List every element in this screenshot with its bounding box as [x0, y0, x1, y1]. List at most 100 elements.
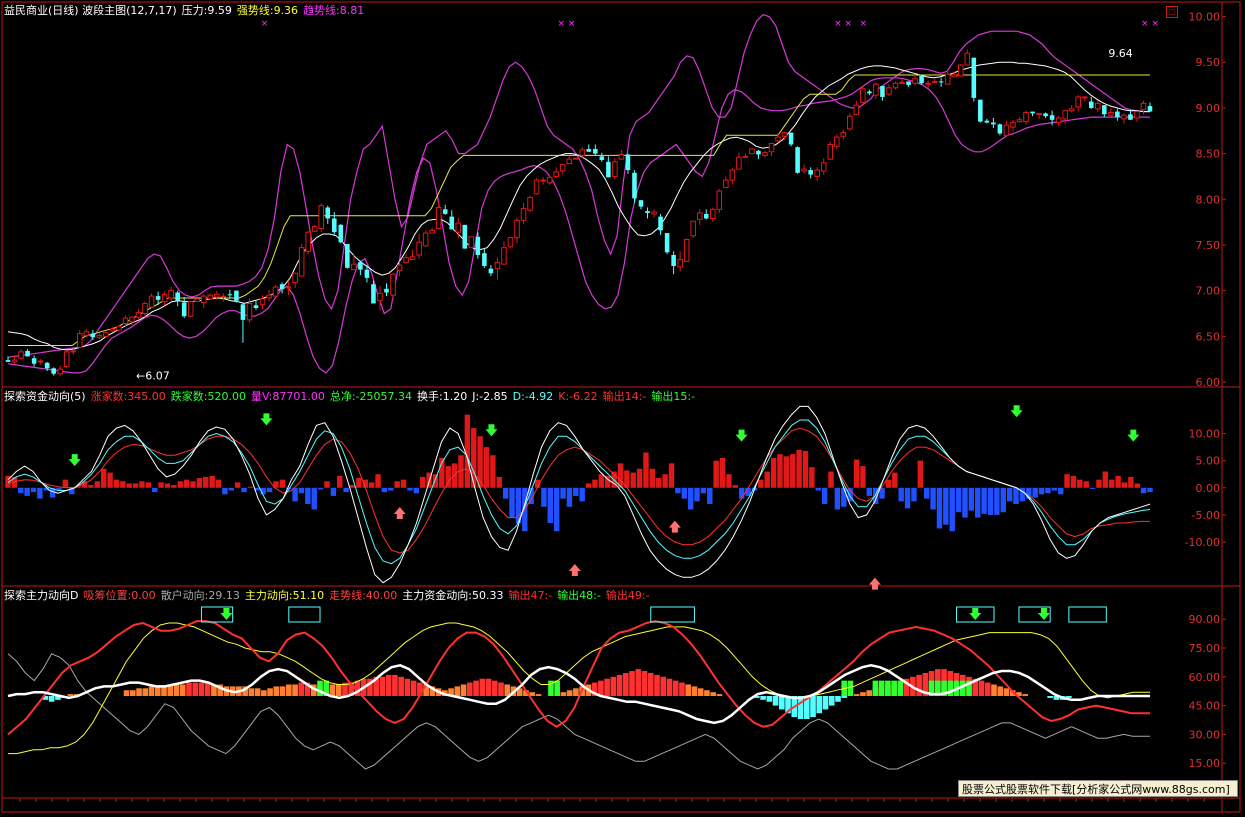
main-force-bar	[404, 678, 411, 696]
candle-body	[931, 80, 938, 83]
candle-body	[1121, 114, 1127, 120]
flow-bar-positive	[668, 463, 675, 488]
main-force-bar	[716, 694, 723, 696]
flow-bar-negative	[407, 487, 413, 491]
candle-body	[5, 360, 11, 362]
flow-bar-negative	[228, 487, 235, 491]
signal-box	[650, 606, 695, 623]
main-force-bar	[835, 696, 841, 702]
main-force-bar	[204, 682, 211, 696]
flow-header-item-6: J:-2.85	[472, 390, 508, 403]
main-force-bar	[261, 690, 267, 696]
flow-bar-positive	[471, 428, 477, 488]
candle-body	[899, 81, 905, 84]
flow-bar-negative	[1006, 487, 1013, 502]
main-force-bar	[560, 692, 567, 696]
flow-bar-positive	[279, 479, 286, 488]
buy-signal-arrow	[393, 507, 406, 520]
candle-body	[234, 290, 239, 301]
flow-bar-negative	[413, 487, 420, 494]
candle-body	[742, 155, 749, 158]
flow-bar-positive	[337, 475, 343, 488]
main-force-bar	[286, 684, 292, 696]
candle-body	[593, 149, 598, 154]
main-force-bar	[292, 684, 298, 696]
candle-body	[168, 290, 174, 299]
candle-body	[90, 333, 96, 338]
close-panel-button[interactable]: □	[1166, 6, 1178, 18]
output-bar-green	[891, 680, 897, 696]
main-force-bar	[704, 690, 710, 696]
flow-bar-negative	[687, 487, 694, 510]
candle-body	[736, 156, 742, 170]
flow-bar-negative	[834, 487, 841, 510]
flow-bar-negative	[975, 487, 981, 518]
candle-body	[142, 302, 148, 314]
flow-bar-positive	[885, 479, 892, 488]
candle-body	[409, 256, 416, 261]
flow-header-item-10: 输出15:-	[651, 390, 696, 403]
flow-bar-negative	[381, 487, 388, 493]
candle-body	[318, 205, 325, 230]
flow-bar-positive	[592, 479, 598, 488]
main-force-bar	[841, 696, 848, 698]
flow-bar-positive	[209, 475, 215, 488]
candle-body	[599, 156, 605, 160]
main-force-bar	[1047, 696, 1053, 698]
flow-bar-negative	[547, 487, 554, 524]
candle-body	[253, 305, 259, 308]
candle-body	[658, 216, 663, 231]
flow-bar-negative	[330, 487, 337, 496]
flow-bar-positive	[758, 479, 764, 488]
flow-bar-negative	[311, 487, 317, 510]
candle-body	[1036, 112, 1042, 115]
candle-body	[51, 368, 56, 374]
flow-bar-positive	[183, 479, 190, 488]
candle-body	[155, 296, 161, 300]
main-force-bar	[573, 688, 579, 696]
candle-body	[31, 358, 37, 364]
flow-bar-negative	[675, 487, 681, 494]
candle-body	[298, 247, 305, 277]
main-force-bar	[491, 680, 498, 696]
flow-bar-positive	[164, 483, 171, 488]
candle-body	[833, 136, 840, 147]
flow-bar-negative	[509, 487, 515, 518]
candle-body	[906, 81, 911, 86]
main-force-bar	[772, 696, 779, 706]
candle-body	[187, 301, 194, 317]
candle-body	[520, 207, 527, 221]
flow-bar-positive	[88, 485, 94, 488]
main-force-bar	[504, 684, 511, 696]
main-force-bar	[997, 686, 1004, 696]
candle-body	[964, 52, 971, 66]
candle-body	[1147, 106, 1153, 112]
candle-body	[775, 136, 781, 142]
flow-bar-negative	[37, 487, 43, 499]
flow-bar-negative	[18, 487, 24, 494]
main-force-bar	[130, 690, 136, 696]
candle-body	[494, 261, 501, 270]
flow-bar-positive	[126, 483, 132, 488]
main-force-bar	[760, 696, 766, 700]
main-force-bar	[828, 696, 835, 706]
flow-bar-positive	[139, 481, 145, 488]
main-header-item-2: 强势线:9.36	[236, 4, 299, 17]
candle-body	[540, 179, 546, 182]
candle-body	[488, 268, 494, 274]
candle-body	[912, 78, 918, 84]
candle-body	[572, 157, 579, 160]
flow-bar-positive	[356, 478, 362, 488]
candle-body	[1023, 111, 1029, 123]
candle-body	[468, 236, 475, 249]
main-force-bar	[866, 690, 872, 696]
candle-body	[25, 350, 30, 357]
main-force-bar	[248, 688, 255, 696]
flow-bar-negative	[981, 487, 987, 514]
flow-bar-negative	[904, 487, 911, 509]
flow-bar-negative	[930, 487, 936, 510]
output-bar-green	[847, 680, 854, 696]
flow-bar-positive	[496, 476, 502, 488]
main-force-bar	[622, 672, 629, 696]
candle-body	[325, 207, 331, 219]
